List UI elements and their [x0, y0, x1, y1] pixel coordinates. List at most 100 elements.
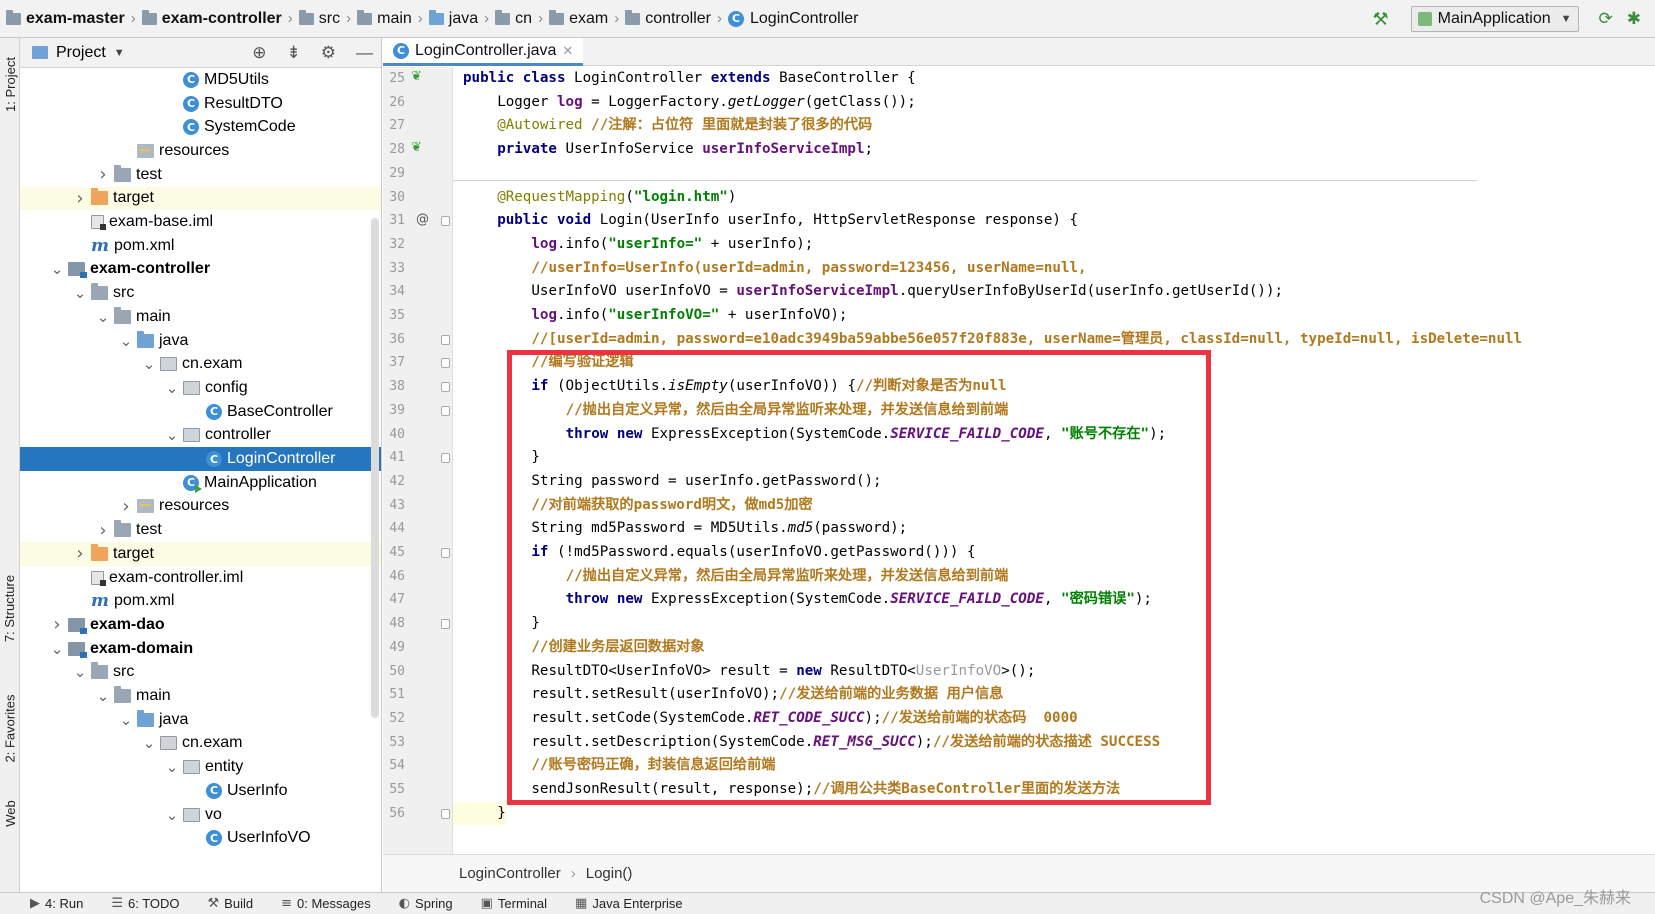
- tab-favorites[interactable]: 2: Favorites: [0, 678, 20, 778]
- tree-node[interactable]: ⌄ java: [20, 708, 381, 732]
- tree-node[interactable]: › resources: [20, 495, 381, 519]
- mapping-gutter-icon[interactable]: @: [416, 212, 429, 227]
- tree-node[interactable]: ⌄ config: [20, 376, 381, 400]
- tab-web[interactable]: Web: [0, 788, 20, 838]
- chevron-down-icon[interactable]: ⌄: [142, 734, 156, 752]
- bottom-tab[interactable]: ⚒ Build: [208, 896, 254, 911]
- breadcrumb-item[interactable]: java ›: [423, 0, 489, 38]
- bean-gutter-icon[interactable]: ❦: [411, 69, 422, 84]
- tree-node[interactable]: m pom.xml: [20, 234, 381, 258]
- tree-scrollbar[interactable]: [371, 218, 379, 718]
- fold-marker-icon[interactable]: [441, 619, 450, 630]
- tree-node[interactable]: ⌄ entity: [20, 755, 381, 779]
- fold-marker-icon[interactable]: [441, 808, 450, 819]
- tree-node[interactable]: C MainApplication: [20, 471, 381, 495]
- run-configuration-select[interactable]: MainApplication ▼: [1410, 6, 1579, 32]
- gear-icon[interactable]: ⚙: [321, 43, 336, 63]
- chevron-down-icon[interactable]: ⌄: [165, 379, 179, 397]
- fold-marker-icon[interactable]: [441, 358, 450, 369]
- chevron-right-icon[interactable]: ›: [73, 543, 87, 564]
- chevron-right-icon[interactable]: ›: [50, 614, 64, 635]
- chevron-down-icon[interactable]: ⌄: [142, 355, 156, 373]
- breadcrumb-item[interactable]: cn ›: [489, 0, 543, 38]
- tree-node[interactable]: resources: [20, 139, 381, 163]
- tree-node[interactable]: C SystemCode: [20, 115, 381, 139]
- tree-node[interactable]: C UserInfoVO: [20, 826, 381, 850]
- tree-node[interactable]: m pom.xml: [20, 589, 381, 613]
- fold-marker-icon[interactable]: [441, 382, 450, 393]
- tree-node[interactable]: ⌄ exam-domain: [20, 637, 381, 661]
- locate-target-icon[interactable]: ⊕: [252, 43, 266, 63]
- tree-node[interactable]: › test: [20, 518, 381, 542]
- tree-node[interactable]: exam-base.iml: [20, 210, 381, 234]
- chevron-down-icon[interactable]: ▼: [114, 47, 125, 59]
- tree-node[interactable]: ⌄ src: [20, 661, 381, 685]
- tab-project[interactable]: 1: Project: [0, 44, 20, 124]
- tree-node[interactable]: ⌄ cn.exam: [20, 732, 381, 756]
- breadcrumb-item[interactable]: C LoginController: [722, 0, 859, 38]
- fold-marker-icon[interactable]: [441, 334, 450, 345]
- chevron-down-icon[interactable]: ⌄: [50, 260, 64, 278]
- tab-structure[interactable]: 7: Structure: [0, 558, 20, 658]
- bottom-tab[interactable]: ▦ Java Enterprise: [575, 896, 683, 911]
- chevron-down-icon[interactable]: ⌄: [50, 640, 64, 658]
- chevron-down-icon[interactable]: ⌄: [96, 308, 110, 326]
- tree-node[interactable]: › test: [20, 163, 381, 187]
- tree-node[interactable]: ⌄ main: [20, 305, 381, 329]
- tree-node[interactable]: ⌄ src: [20, 281, 381, 305]
- breadcrumb-item[interactable]: exam ›: [543, 0, 619, 38]
- chevron-right-icon[interactable]: ›: [73, 188, 87, 209]
- tree-node[interactable]: › target: [20, 542, 381, 566]
- chevron-down-icon[interactable]: ⌄: [96, 687, 110, 705]
- collapse-all-icon[interactable]: ⇟: [287, 43, 301, 63]
- fold-marker-icon[interactable]: [441, 216, 450, 227]
- tree-node[interactable]: C MD5Utils: [20, 68, 381, 92]
- tree-node[interactable]: C LoginController: [20, 447, 381, 471]
- fold-marker-icon[interactable]: [441, 405, 450, 416]
- breadcrumb-item[interactable]: exam-master ›: [0, 0, 136, 38]
- tab-login-controller[interactable]: C LoginController.java ✕: [383, 38, 584, 66]
- tree-node[interactable]: ⌄ controller: [20, 424, 381, 448]
- tree-node[interactable]: ⌄ vo: [20, 803, 381, 827]
- chevron-right-icon[interactable]: ›: [96, 164, 110, 185]
- debug-bug-icon[interactable]: ✱: [1627, 9, 1641, 29]
- bottom-tab[interactable]: ▶ 4: Run: [30, 896, 83, 911]
- chevron-down-icon[interactable]: ⌄: [73, 284, 87, 302]
- bottom-tab[interactable]: ◐ Spring: [399, 896, 453, 911]
- tree-node[interactable]: › exam-dao: [20, 613, 381, 637]
- fold-marker-icon[interactable]: [441, 548, 450, 558]
- breadcrumb-item[interactable]: exam-controller ›: [136, 0, 293, 38]
- tree-node[interactable]: › target: [20, 186, 381, 211]
- chevron-down-icon[interactable]: ⌄: [119, 332, 133, 350]
- chevron-down-icon[interactable]: ⌄: [165, 758, 179, 776]
- bottom-tab[interactable]: ≡ 0: Messages: [281, 896, 371, 911]
- bean-gutter-icon[interactable]: ❦: [411, 140, 422, 155]
- tree-node[interactable]: ⌄ java: [20, 329, 381, 353]
- tree-node[interactable]: ⌄ cn.exam: [20, 352, 381, 376]
- breadcrumb-item[interactable]: controller ›: [619, 0, 722, 38]
- build-hammer-icon[interactable]: ⚒: [1373, 9, 1389, 30]
- breadcrumb-method[interactable]: Login(): [586, 865, 633, 882]
- tree-node[interactable]: C ResultDTO: [20, 92, 381, 116]
- chevron-right-icon[interactable]: ›: [119, 496, 133, 517]
- tree-node[interactable]: C UserInfo: [20, 779, 381, 803]
- chevron-down-icon[interactable]: ⌄: [165, 426, 179, 444]
- tree-node[interactable]: exam-controller.iml: [20, 566, 381, 590]
- chevron-down-icon[interactable]: ⌄: [119, 711, 133, 729]
- tree-node[interactable]: ⌄ exam-controller: [20, 258, 381, 282]
- tree-node[interactable]: ⌄ main: [20, 684, 381, 708]
- chevron-down-icon[interactable]: ⌄: [165, 806, 179, 824]
- breadcrumb-item[interactable]: main ›: [351, 0, 423, 38]
- bottom-tab[interactable]: ▣ Terminal: [481, 896, 547, 911]
- breadcrumb-item[interactable]: src ›: [293, 0, 351, 38]
- fold-marker-icon[interactable]: [441, 453, 450, 464]
- minimize-icon[interactable]: —: [356, 43, 373, 63]
- close-icon[interactable]: ✕: [562, 43, 573, 59]
- code-area[interactable]: public class LoginController extends Bas…: [453, 67, 1655, 854]
- tree-node[interactable]: C BaseController: [20, 400, 381, 424]
- chevron-right-icon[interactable]: ›: [96, 520, 110, 541]
- project-panel-title[interactable]: Project: [56, 44, 106, 62]
- bottom-tab[interactable]: ☰ 6: TODO: [111, 896, 179, 911]
- breadcrumb-class[interactable]: LoginController: [459, 865, 561, 882]
- chevron-down-icon[interactable]: ⌄: [73, 663, 87, 681]
